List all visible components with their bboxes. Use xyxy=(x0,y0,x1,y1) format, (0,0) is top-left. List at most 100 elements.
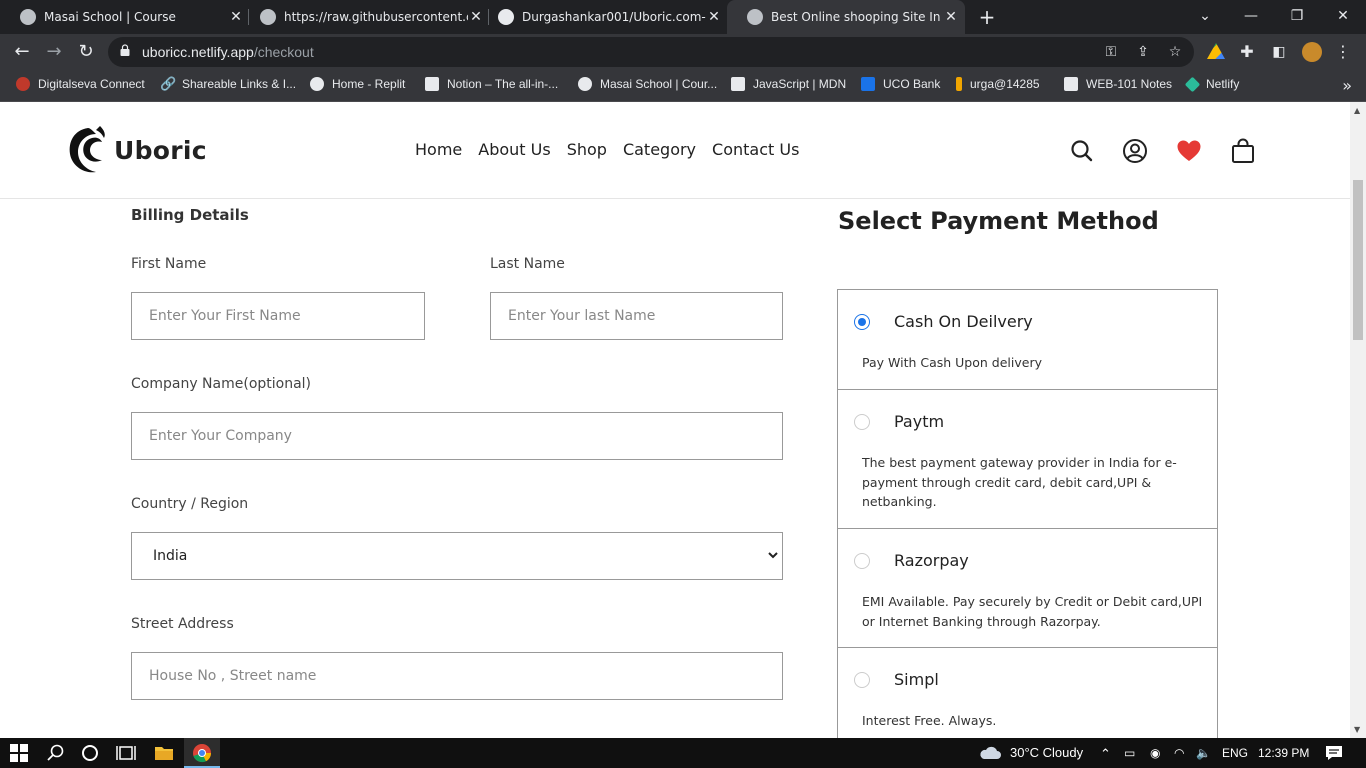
globe-icon xyxy=(260,9,276,25)
taskbar-chrome-active[interactable] xyxy=(184,738,220,768)
cortana-icon[interactable] xyxy=(80,743,100,763)
nav-about-us[interactable]: About Us xyxy=(478,140,550,159)
radio-paytm[interactable] xyxy=(854,414,870,430)
radio-razorpay[interactable] xyxy=(854,553,870,569)
payment-option-cod[interactable]: Cash On Deilvery Pay With Cash Upon deli… xyxy=(838,290,1217,390)
payment-option-simpl[interactable]: Simpl Interest Free. Always. xyxy=(838,648,1217,738)
chevron-up-icon[interactable]: ⌃ xyxy=(1100,746,1111,762)
menu-kebab-icon[interactable]: ⋮ xyxy=(1334,43,1352,61)
nav-contact-us[interactable]: Contact Us xyxy=(712,140,799,159)
bookmark-item[interactable]: Digitalseva Connect xyxy=(16,77,145,91)
shopping-bag-icon[interactable] xyxy=(1230,138,1256,164)
notion-icon xyxy=(425,77,439,91)
bookmark-item[interactable]: JavaScript | MDN xyxy=(731,77,846,91)
chrome-icon xyxy=(193,744,212,763)
radio-cod[interactable] xyxy=(854,314,870,330)
bookmark-item[interactable]: Home - Replit xyxy=(310,77,405,91)
bookmark-label: Digitalseva Connect xyxy=(38,77,145,91)
browser-toolbar: ← → ↻ uboricc.netlify.app/checkout ⚿ ⇪ ☆… xyxy=(0,34,1366,70)
side-panel-icon[interactable]: ◧ xyxy=(1270,43,1288,61)
bookmark-item[interactable]: UCO Bank xyxy=(861,77,940,91)
payment-description: Interest Free. Always. xyxy=(862,713,997,728)
tab-active-checkout[interactable]: Best Online shooping Site In Indi ✕ xyxy=(727,0,965,34)
bookmark-item[interactable]: Netlify xyxy=(1184,76,1240,92)
radio-simpl[interactable] xyxy=(854,672,870,688)
file-explorer-icon[interactable] xyxy=(154,743,174,763)
first-name-input[interactable]: Enter Your First Name xyxy=(131,292,425,340)
share-icon[interactable]: ⇪ xyxy=(1134,43,1152,61)
user-account-icon[interactable] xyxy=(1122,138,1148,164)
meet-now-icon[interactable]: ◉ xyxy=(1150,746,1160,760)
key-icon[interactable]: ⚿ xyxy=(1102,43,1120,61)
volume-icon[interactable]: 🔈 xyxy=(1196,746,1211,760)
language-indicator[interactable]: ENG xyxy=(1222,746,1248,760)
url-host: uboricc.netlify.app xyxy=(142,44,254,60)
bookmark-label: Masai School | Cour... xyxy=(600,77,718,91)
forward-button[interactable]: → xyxy=(42,40,66,64)
street-address-input[interactable]: House No , Street name xyxy=(131,652,783,700)
last-name-label: Last Name xyxy=(490,256,565,272)
logo-text: Uboric xyxy=(114,135,207,165)
bookmark-item[interactable]: Masai School | Cour... xyxy=(578,77,717,91)
minimize-button[interactable]: — xyxy=(1228,0,1274,34)
weather-text[interactable]: 30°C Cloudy xyxy=(1010,745,1083,760)
google-drive-icon[interactable] xyxy=(1207,43,1225,59)
tab-title: https://raw.githubusercontent.co xyxy=(284,10,468,24)
payment-options: Cash On Deilvery Pay With Cash Upon deli… xyxy=(837,289,1218,738)
bookmark-item[interactable]: Notion – The all-in-... xyxy=(425,77,558,91)
bookmarks-overflow-icon[interactable]: » xyxy=(1342,76,1352,95)
windows-start-icon[interactable] xyxy=(10,744,28,762)
bookmark-item[interactable]: WEB-101 Notes xyxy=(1064,77,1172,91)
new-tab-button[interactable]: + xyxy=(976,6,998,28)
clock-time[interactable]: 12:39 PM xyxy=(1258,746,1309,760)
notifications-icon[interactable] xyxy=(1324,743,1344,763)
replit-icon xyxy=(310,77,324,91)
search-icon[interactable] xyxy=(46,743,66,763)
back-button[interactable]: ← xyxy=(10,40,34,64)
bookmark-item[interactable]: 🔗 Shareable Links & I... xyxy=(160,77,296,92)
scrollbar-thumb[interactable] xyxy=(1353,180,1363,340)
profile-avatar[interactable] xyxy=(1302,42,1322,62)
payment-option-paytm[interactable]: Paytm The best payment gateway provider … xyxy=(838,390,1217,529)
payment-option-razorpay[interactable]: Razorpay EMI Available. Pay securely by … xyxy=(838,529,1217,648)
tab-masai-course[interactable]: Masai School | Course ✕ xyxy=(0,0,250,34)
bookmark-star-icon[interactable]: ☆ xyxy=(1166,43,1184,61)
last-name-input[interactable]: Enter Your last Name xyxy=(490,292,783,340)
restore-button[interactable]: ❐ xyxy=(1274,0,1320,34)
tab-search-icon[interactable]: ⌄ xyxy=(1182,0,1228,34)
globe-icon xyxy=(747,9,763,25)
scroll-up-icon[interactable]: ▲ xyxy=(1354,106,1360,115)
tab-raw-github[interactable]: https://raw.githubusercontent.co ✕ xyxy=(240,0,490,34)
battery-icon[interactable]: ▭ xyxy=(1124,746,1135,760)
cloudy-weather-icon[interactable] xyxy=(978,743,1002,763)
close-tab-icon[interactable]: ✕ xyxy=(943,9,959,25)
nav-category[interactable]: Category xyxy=(623,140,696,159)
bookmark-label: Netlify xyxy=(1206,77,1240,91)
search-icon[interactable] xyxy=(1069,138,1095,164)
nav-home[interactable]: Home xyxy=(415,140,462,159)
company-placeholder: Enter Your Company xyxy=(149,428,292,444)
scroll-down-icon[interactable]: ▼ xyxy=(1354,725,1360,734)
close-window-button[interactable]: ✕ xyxy=(1320,0,1366,34)
extensions-puzzle-icon[interactable]: ✚ xyxy=(1238,43,1256,61)
street-address-label: Street Address xyxy=(131,616,234,632)
wifi-icon[interactable]: ◠ xyxy=(1174,746,1184,760)
reload-button[interactable]: ↻ xyxy=(74,40,98,64)
wishlist-heart-icon[interactable] xyxy=(1176,138,1202,164)
nav-shop[interactable]: Shop xyxy=(567,140,607,159)
company-name-input[interactable]: Enter Your Company xyxy=(131,412,783,460)
country-select[interactable]: India xyxy=(131,532,783,580)
page-scrollbar[interactable]: ▲ ▼ xyxy=(1350,102,1366,738)
page-viewport: Uboric Home About Us Shop Category Conta… xyxy=(0,102,1350,738)
task-view-icon[interactable] xyxy=(116,743,136,763)
address-bar[interactable]: uboricc.netlify.app/checkout ⚿ ⇪ ☆ xyxy=(108,37,1194,67)
bookmark-item[interactable]: urga@14285 xyxy=(956,77,1040,91)
globe-icon xyxy=(578,77,592,91)
bookmark-favicon-icon xyxy=(956,77,962,91)
tab-title: Durgashankar001/Uboric.com-Cl xyxy=(522,10,706,24)
tab-github-repo[interactable]: Durgashankar001/Uboric.com-Cl ✕ xyxy=(478,0,728,34)
close-tab-icon[interactable]: ✕ xyxy=(706,9,722,25)
site-logo[interactable]: Uboric xyxy=(66,124,207,176)
payment-name: Simpl xyxy=(894,670,939,689)
street-placeholder: House No , Street name xyxy=(149,668,317,684)
